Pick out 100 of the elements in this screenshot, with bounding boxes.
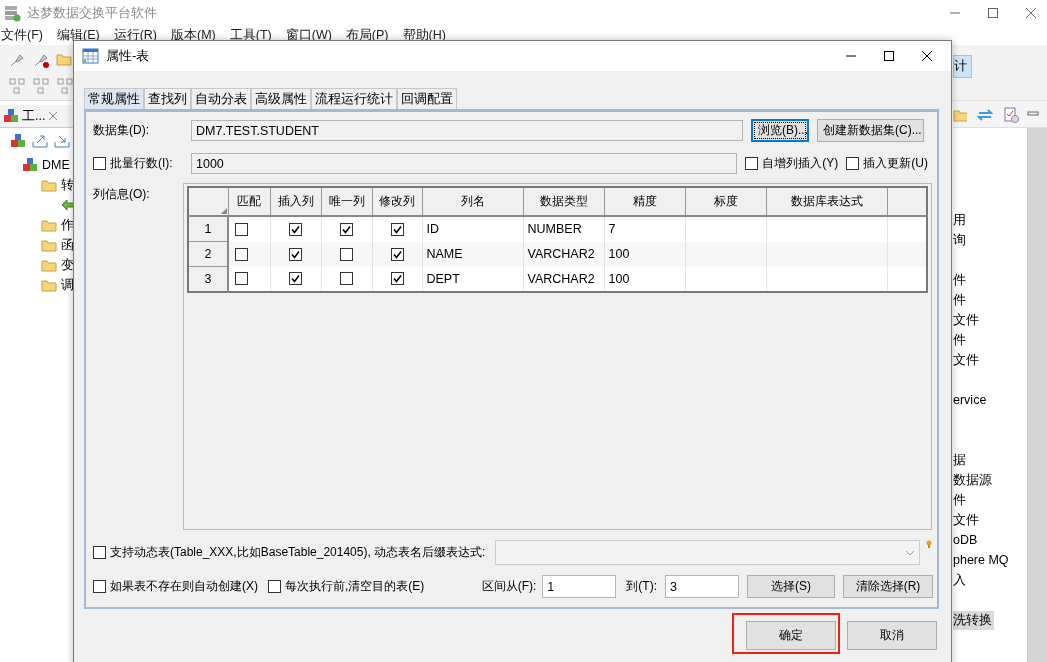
checkbox[interactable]	[340, 272, 353, 286]
table-cell: NUMBER	[523, 216, 604, 242]
column-header[interactable]: 数据库表达式	[766, 187, 887, 216]
layout-icon[interactable]	[56, 77, 74, 95]
tree-item[interactable]: 变	[61, 256, 74, 274]
row-number[interactable]: 3	[188, 266, 228, 292]
tab[interactable]: 回调配置	[397, 88, 457, 109]
table-cell: VARCHAR2	[523, 241, 604, 267]
palette-item[interactable]: 据	[953, 450, 968, 470]
checkbox[interactable]	[289, 272, 302, 286]
palette-item[interactable]: 询	[953, 230, 968, 250]
palette-item[interactable]: 文件	[953, 310, 981, 330]
tree-item[interactable]: DME	[42, 158, 70, 172]
checkbox[interactable]	[745, 157, 759, 170]
range-from-field[interactable]: 1	[542, 575, 617, 598]
column-header[interactable]: 唯一列	[321, 187, 372, 216]
cancel-button[interactable]: 取消	[847, 621, 937, 650]
checkbox[interactable]	[93, 546, 106, 559]
import-icon[interactable]	[54, 133, 70, 149]
checkbox-label: 每次执行前,清空目的表(E)	[285, 578, 425, 595]
maximize-icon[interactable]	[883, 50, 895, 62]
tab[interactable]: 常规属性	[84, 88, 144, 109]
corner-icon	[220, 208, 227, 214]
row-number[interactable]: 1	[188, 216, 228, 242]
clear-selection-button[interactable]: 清除选择(R)	[843, 575, 933, 598]
blocks-icon[interactable]	[22, 157, 38, 173]
tree-item[interactable]: 作	[61, 216, 74, 234]
column-header[interactable]: 列名	[422, 187, 523, 216]
palette-item[interactable]: 文件	[953, 350, 981, 370]
field-label: 区间从(F):	[481, 578, 537, 595]
checkbox-label: 插入更新(U)	[863, 155, 928, 172]
chevron-down-icon	[905, 549, 915, 556]
checkbox[interactable]	[268, 580, 281, 593]
table-cell: VARCHAR2	[523, 266, 604, 292]
checkbox-label: 如果表不存在则自动创建(X)	[110, 578, 258, 595]
tab[interactable]: 自动分表	[191, 88, 251, 109]
checkbox[interactable]	[289, 247, 302, 261]
palette-item[interactable]: 件	[953, 290, 968, 310]
checkbox[interactable]	[390, 247, 404, 261]
palette-item[interactable]: ervice	[953, 392, 989, 408]
create-dataset-button[interactable]: 创建新数据集(C)...	[817, 119, 924, 142]
browse-button[interactable]: 浏览(B)...	[751, 119, 809, 142]
tree-item[interactable]: 函	[61, 236, 74, 254]
palette-item[interactable]: 文件	[953, 510, 981, 530]
menu-item[interactable]: 文件(F)	[1, 26, 43, 44]
swap-icon[interactable]	[975, 107, 995, 123]
palette-item[interactable]: 洗转换	[953, 610, 994, 630]
tab[interactable]: 查找列	[144, 88, 191, 109]
checkbox[interactable]	[235, 222, 248, 236]
tab[interactable]: 流程运行统计	[311, 88, 397, 109]
palette-item[interactable]: 件	[953, 270, 968, 290]
checkbox[interactable]	[846, 157, 860, 170]
close-icon[interactable]	[921, 50, 933, 62]
blocks-icon[interactable]	[10, 133, 26, 149]
range-to-field[interactable]: 3	[665, 575, 739, 598]
batch-size-field[interactable]: 1000	[191, 153, 738, 174]
column-header[interactable]: 数据类型	[523, 187, 604, 216]
checkbox[interactable]	[289, 222, 302, 236]
checkbox[interactable]	[340, 222, 353, 236]
table-cell: 100	[604, 266, 685, 292]
tree-item[interactable]: 转	[61, 176, 74, 194]
column-header[interactable]: 标度	[685, 187, 766, 216]
palette-item[interactable]: 件	[953, 330, 968, 350]
export-icon[interactable]	[32, 133, 48, 149]
select-button[interactable]: 选择(S)	[747, 575, 835, 598]
row-number[interactable]: 2	[188, 241, 228, 267]
tree-item[interactable]: 调	[61, 276, 74, 294]
palette-item[interactable]: 入	[953, 570, 968, 590]
palette-item[interactable]: 用	[953, 210, 968, 230]
checkbox[interactable]	[93, 157, 106, 170]
field-label: 数据集(D):	[93, 122, 150, 139]
checkbox[interactable]	[235, 247, 248, 261]
column-header[interactable]: 精度	[604, 187, 685, 216]
palette-item[interactable]: oDB	[953, 532, 980, 548]
table-cell: ID	[422, 216, 523, 242]
arrow-icon[interactable]	[60, 197, 76, 213]
toolbar-button[interactable]: 计	[953, 55, 972, 78]
checkbox[interactable]	[390, 222, 404, 236]
checkbox[interactable]	[390, 272, 404, 286]
checklist-icon[interactable]	[1003, 107, 1019, 123]
palette-item[interactable]: phere MQ	[953, 552, 1011, 568]
palette-item[interactable]: 件	[953, 490, 968, 510]
checkbox[interactable]	[235, 272, 248, 286]
dataset-field[interactable]: DM7.TEST.STUDENT	[191, 120, 743, 141]
field-label: 列信息(O):	[93, 186, 151, 203]
checkbox[interactable]	[93, 580, 106, 593]
table-cell: 7	[604, 216, 685, 242]
ok-button[interactable]: 确定	[746, 621, 836, 650]
table-cell: 100	[604, 241, 685, 267]
table-icon	[82, 47, 100, 65]
column-header[interactable]: 匹配	[228, 187, 270, 216]
app-title: 达梦数据交换平台软件	[27, 3, 157, 22]
palette-item[interactable]: 数据源	[953, 470, 994, 490]
scrollbar[interactable]	[1027, 128, 1047, 662]
column-header[interactable]: 修改列	[372, 187, 422, 216]
blocks-icon	[3, 108, 19, 124]
tab[interactable]: 高级属性	[251, 88, 311, 109]
folder-icon[interactable]	[56, 51, 74, 69]
checkbox[interactable]	[340, 247, 353, 261]
column-header[interactable]: 插入列	[270, 187, 321, 216]
